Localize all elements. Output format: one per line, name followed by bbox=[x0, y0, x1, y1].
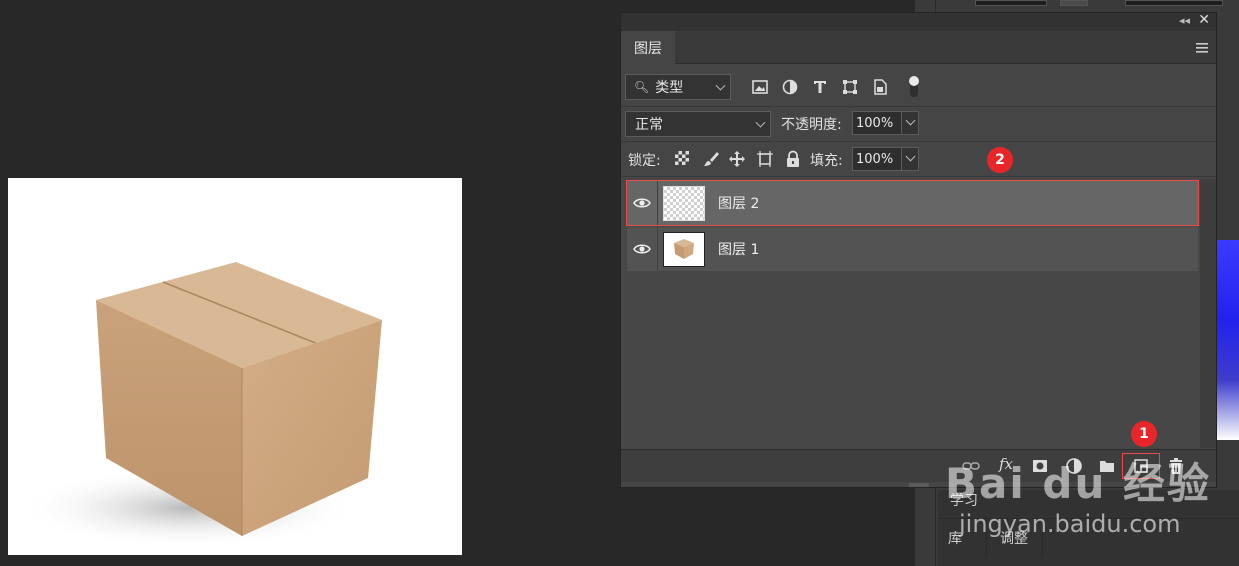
lock-image-pixels-brush-icon[interactable] bbox=[702, 150, 720, 168]
lock-transparent-pixels-icon[interactable] bbox=[674, 150, 692, 168]
row-separator bbox=[621, 106, 1216, 107]
type-filter-icon[interactable] bbox=[811, 78, 829, 96]
layer-thumbnail-box[interactable] bbox=[663, 232, 705, 267]
panel-title-bar[interactable]: ◂◂ ✕ bbox=[621, 12, 1216, 31]
layers-scrollbar[interactable] bbox=[1200, 179, 1216, 448]
row-divider bbox=[657, 227, 658, 271]
layer-name[interactable]: 图层 1 bbox=[718, 239, 759, 259]
panel-footer: fx bbox=[621, 449, 1216, 482]
lock-artboard-icon[interactable] bbox=[756, 150, 774, 168]
panel-tab-bar: 图层 bbox=[621, 31, 1216, 64]
shape-filter-icon[interactable] bbox=[841, 78, 859, 96]
blend-mode-dropdown[interactable]: 正常 bbox=[625, 111, 771, 137]
panel-resize-grip[interactable] bbox=[909, 483, 929, 487]
layer-row-2[interactable]: 图层 2 bbox=[626, 180, 1199, 226]
cardboard-box-image bbox=[18, 262, 382, 548]
fill-label: 填充: bbox=[810, 153, 843, 169]
folder-icon[interactable] bbox=[1098, 457, 1116, 475]
tab-learn[interactable]: 学习 bbox=[950, 490, 978, 510]
annotation-badge-1: 1 bbox=[1131, 421, 1157, 447]
tab-adjust[interactable]: 调整 bbox=[1000, 528, 1028, 548]
new-layer-icon[interactable] bbox=[1132, 457, 1150, 475]
adjustment-filter-icon[interactable] bbox=[781, 78, 799, 96]
top-field-2[interactable] bbox=[1060, 0, 1088, 6]
filter-label: 类型 bbox=[655, 80, 684, 96]
panel-menu-icon[interactable] bbox=[1196, 41, 1208, 53]
color-gradient-strip[interactable] bbox=[1217, 240, 1239, 440]
bottom-dock-tabs: 学习 库 调整 bbox=[938, 490, 1239, 566]
layer-row-1[interactable]: 图层 1 bbox=[627, 227, 1198, 271]
smart-object-filter-icon[interactable] bbox=[871, 78, 889, 96]
top-field-3[interactable] bbox=[1125, 0, 1223, 6]
lock-label: 锁定: bbox=[628, 153, 661, 169]
visibility-eye-icon[interactable] bbox=[627, 181, 657, 225]
lock-all-icon[interactable] bbox=[784, 150, 802, 168]
trash-icon[interactable] bbox=[1167, 457, 1185, 475]
blend-mode-value: 正常 bbox=[635, 117, 663, 133]
canvas-document[interactable] bbox=[8, 178, 462, 555]
fill-input[interactable]: 100% bbox=[852, 147, 902, 171]
annotation-badge-2: 2 bbox=[987, 147, 1013, 173]
layers-panel: ◂◂ ✕ 图层 🔍︎ 类型 正常 不透明度: 100% 锁定: 填充: 100%… bbox=[620, 12, 1217, 488]
fill-dropdown-button[interactable] bbox=[901, 147, 919, 171]
opacity-input[interactable]: 100% bbox=[852, 111, 902, 135]
link-icon[interactable] bbox=[962, 457, 980, 475]
layer-filter-dropdown[interactable]: 🔍︎ 类型 bbox=[625, 74, 731, 100]
top-field-1[interactable] bbox=[975, 0, 1047, 6]
layer-name[interactable]: 图层 2 bbox=[718, 193, 759, 213]
chevron-down-icon bbox=[715, 80, 726, 91]
close-icon[interactable]: ✕ bbox=[1198, 12, 1210, 28]
visibility-eye-icon[interactable] bbox=[627, 227, 657, 271]
layer-thumbnail-transparent[interactable] bbox=[663, 186, 705, 221]
mask-icon[interactable] bbox=[1031, 457, 1049, 475]
row-separator bbox=[621, 176, 1216, 177]
fx-icon[interactable]: fx bbox=[999, 455, 1013, 473]
tab-divider-2 bbox=[1042, 520, 1043, 556]
tab-divider bbox=[986, 520, 987, 556]
opacity-label: 不透明度: bbox=[781, 117, 842, 133]
adjustment-icon[interactable] bbox=[1065, 457, 1083, 475]
opacity-dropdown-button[interactable] bbox=[901, 111, 919, 135]
row-separator bbox=[621, 141, 1216, 142]
filter-toggle-switch[interactable] bbox=[908, 75, 920, 99]
top-dock-controls bbox=[975, 0, 1225, 6]
chevron-down-icon bbox=[755, 117, 766, 128]
tab-library[interactable]: 库 bbox=[948, 528, 962, 548]
tab-separator bbox=[938, 518, 1239, 519]
row-divider bbox=[657, 181, 658, 225]
lock-position-move-icon[interactable] bbox=[728, 150, 746, 168]
search-icon: 🔍︎ bbox=[634, 80, 650, 94]
image-filter-icon[interactable] bbox=[751, 78, 769, 96]
collapse-icon[interactable]: ◂◂ bbox=[1179, 14, 1190, 27]
tab-layers[interactable]: 图层 bbox=[621, 31, 675, 64]
